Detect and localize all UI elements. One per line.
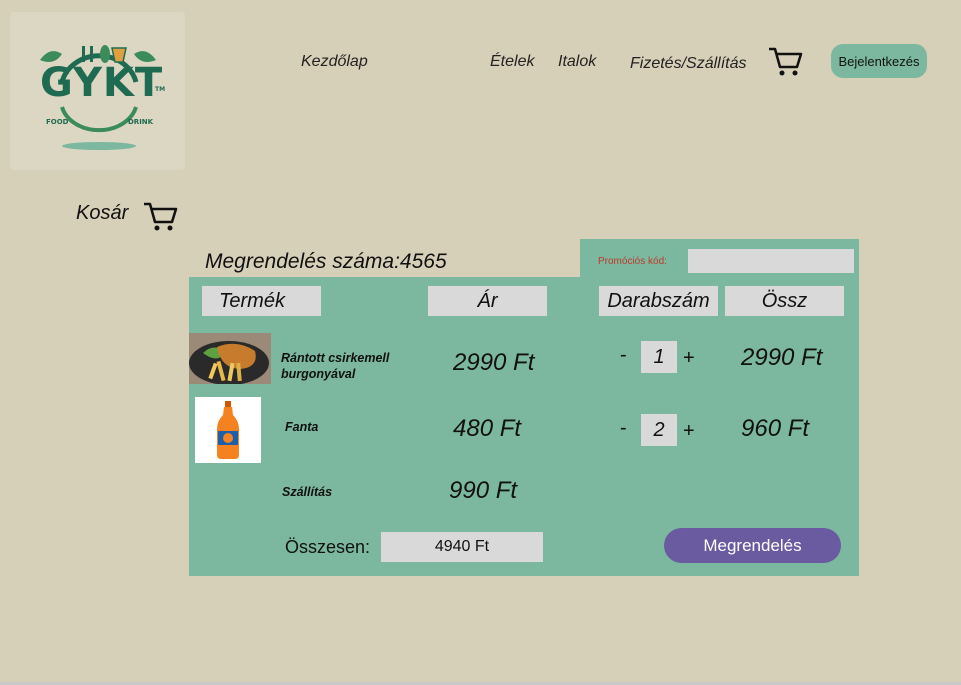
product-name: Rántott csirkemell burgonyával [281, 350, 389, 382]
decrease-qty-button[interactable]: - [620, 344, 627, 367]
nav-payment-shipping[interactable]: Fizetés/Szállítás [630, 55, 746, 73]
schnitzel-fries-image [189, 333, 271, 384]
shipping-price: 990 Ft [449, 477, 518, 504]
total-value: 4940 Ft [381, 532, 543, 562]
logo-tm: TM [155, 86, 166, 93]
promo-label: Promóciós kód: [598, 256, 667, 267]
total-label: Összesen: [285, 537, 371, 557]
header-quantity: Darabszám [599, 286, 718, 316]
login-button[interactable]: Bejelentkezés [831, 44, 927, 78]
nav-home[interactable]: Kezdőlap [301, 53, 368, 71]
cart-title: Kosár [76, 202, 129, 224]
place-order-button[interactable]: Megrendelés [664, 528, 841, 563]
quantity-value[interactable]: 1 [641, 341, 677, 373]
fanta-bottle-image [195, 397, 261, 463]
product-name-line2: burgonyával [281, 367, 356, 381]
header-price: Ár [428, 286, 547, 316]
line-total: 960 Ft [741, 415, 810, 442]
promo-section: Promóciós kód: [580, 239, 859, 279]
logo-food: FOOD [46, 118, 69, 126]
nav-foods[interactable]: Ételek [490, 53, 534, 71]
decrease-qty-button[interactable]: - [620, 417, 627, 440]
header-product: Termék [202, 286, 321, 316]
header-total: Össz [725, 286, 844, 316]
product-name: Fanta [285, 420, 319, 434]
cart-title-icon [144, 202, 178, 231]
logo[interactable]: GYKT TM FOOD DRINK [10, 12, 185, 170]
unit-price: 2990 Ft [453, 349, 535, 376]
logo-drink: DRINK [128, 118, 154, 126]
quantity-value[interactable]: 2 [641, 414, 677, 446]
line-total: 2990 Ft [741, 344, 823, 371]
shipping-label: Szállítás [282, 485, 333, 499]
order-number: Megrendelés száma:4565 [205, 250, 447, 273]
nav-drinks[interactable]: Italok [558, 53, 596, 71]
logo-text: GYKT [40, 60, 164, 106]
product-name-line1: Rántott csirkemell [281, 351, 390, 365]
increase-qty-button[interactable]: + [683, 420, 695, 443]
promo-code-input[interactable] [688, 249, 854, 273]
unit-price: 480 Ft [453, 415, 522, 442]
increase-qty-button[interactable]: + [683, 347, 695, 370]
cart-icon[interactable] [767, 44, 803, 78]
